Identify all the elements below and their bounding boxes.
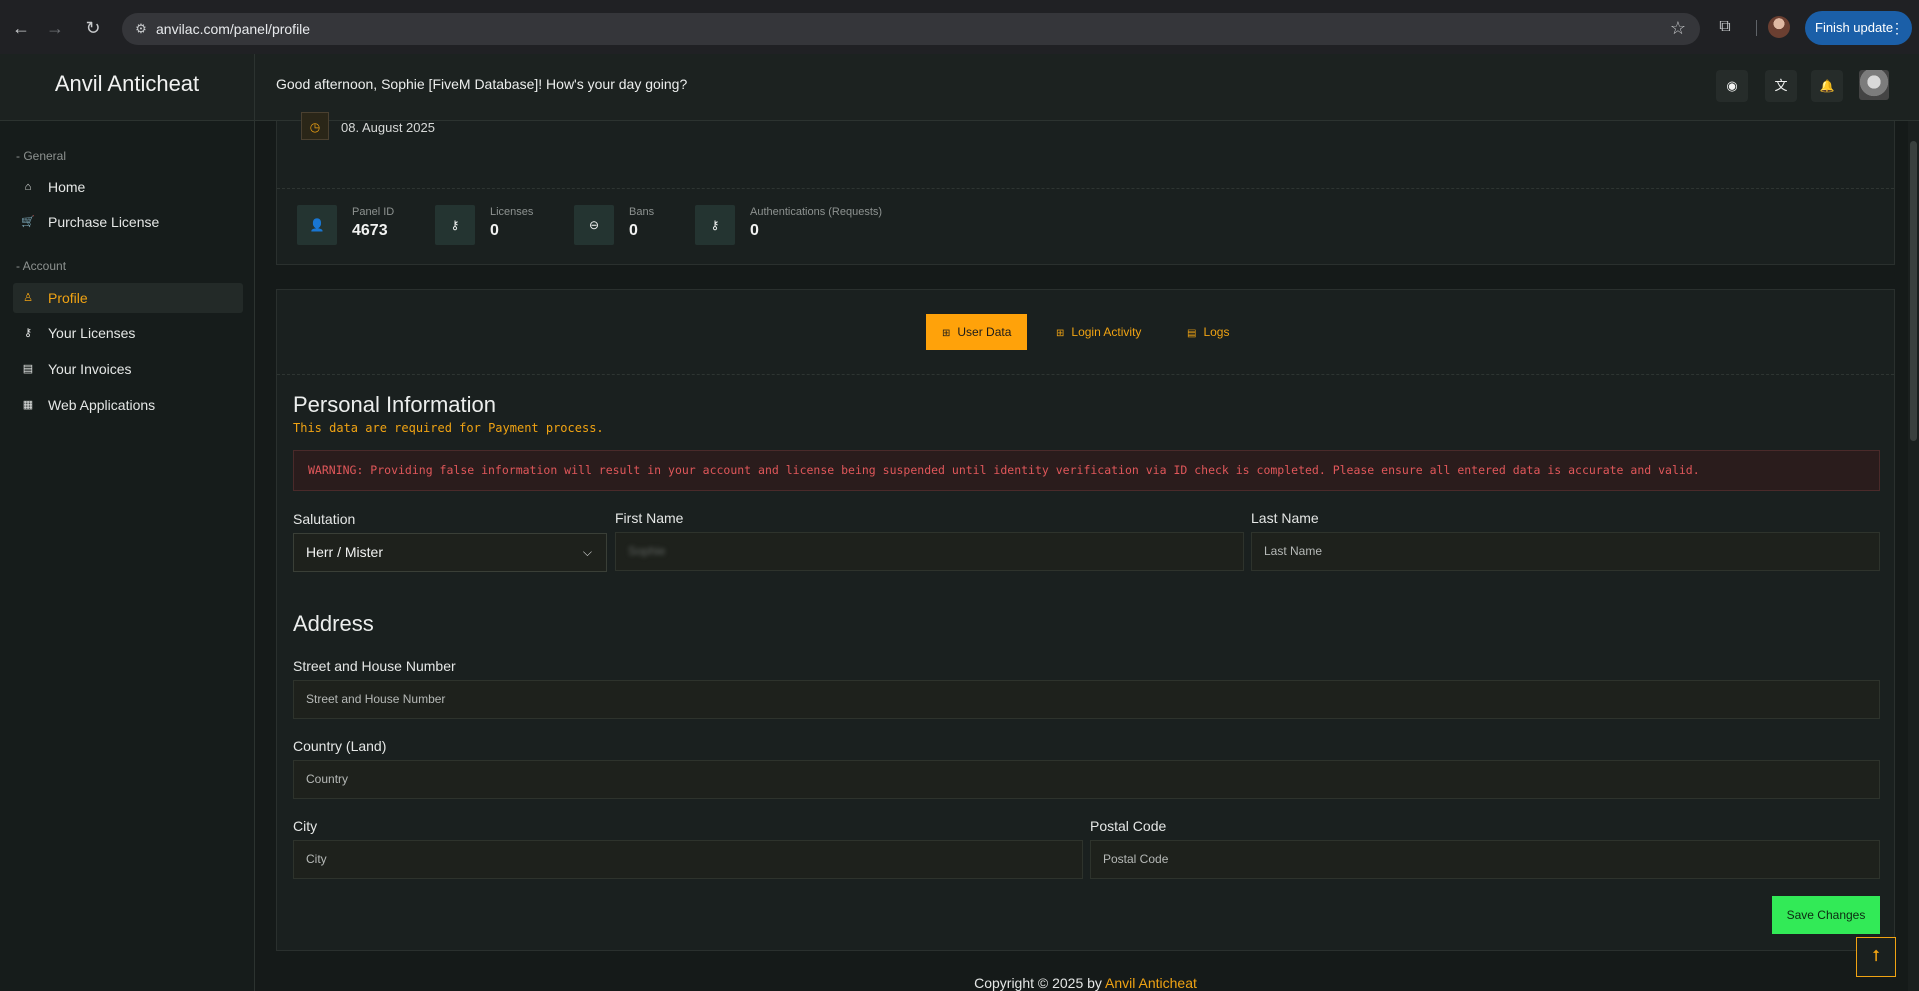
invoice-icon: ▤	[22, 363, 34, 375]
stats-divider	[277, 188, 1894, 189]
sidebar-section-account: - Account	[16, 259, 67, 273]
greeting-text: Good afternoon, Sophie [FiveM Database]!…	[276, 76, 688, 92]
stat-value: 4673	[352, 222, 388, 239]
clock-icon: ◷	[301, 112, 329, 140]
sidebar-item-label: Home	[48, 179, 86, 195]
stat-value: 0	[490, 222, 499, 239]
chevron-down-icon: ⌵	[582, 545, 592, 559]
tab-label: User Data	[957, 325, 1012, 339]
scroll-to-top-button[interactable]: ⭡	[1856, 937, 1896, 977]
cart-icon: 🛒	[21, 216, 35, 228]
footer: Copyright © 2025 by Anvil Anticheat	[276, 975, 1895, 991]
discord-icon[interactable]: ◉	[1716, 70, 1748, 102]
tab-icon: ▤	[1187, 328, 1197, 339]
browser-toolbar: ← → ↻ ⚙ anvilac.com/panel/profile ☆ ⧉ Fi…	[0, 0, 1919, 54]
stat-value: 0	[629, 222, 638, 239]
page-scrollbar[interactable]	[1908, 121, 1919, 991]
toolbar-divider	[1756, 20, 1757, 36]
sidebar-item-purchase-license[interactable]: 🛒 Purchase License	[13, 207, 243, 237]
profile-stats-card: ◷ 08. August 2025 👤 Panel ID 4673 ⚷ Lice…	[276, 112, 1895, 265]
user-avatar[interactable]	[1859, 70, 1889, 100]
stat-label: Bans	[629, 206, 655, 218]
sidebar: - General ⌂ Home 🛒 Purchase License - Ac…	[0, 121, 255, 991]
scrollbar-thumb[interactable]	[1910, 141, 1917, 441]
bell-icon[interactable]: 🔔	[1811, 70, 1843, 102]
sidebar-item-label: Profile	[48, 290, 88, 306]
sidebar-item-label: Purchase License	[48, 214, 160, 230]
user-icon: 👤	[297, 205, 337, 245]
personal-info-heading: Personal Information	[293, 392, 496, 417]
back-icon[interactable]: ←	[6, 13, 36, 43]
browser-profile-avatar[interactable]	[1768, 16, 1790, 38]
save-changes-button[interactable]: Save Changes	[1772, 896, 1880, 934]
sidebar-item-web-applications[interactable]: ▦ Web Applications	[13, 390, 243, 420]
country-label: Country (Land)	[293, 738, 387, 754]
stat-label: Licenses	[490, 206, 534, 218]
warning-alert: WARNING: Providing false information wil…	[293, 450, 1880, 491]
browser-menu-icon[interactable]: ⋮	[1890, 11, 1904, 45]
arrow-up-icon: ⭡	[1872, 948, 1880, 965]
street-label: Street and House Number	[293, 658, 456, 674]
city-field[interactable]: City	[293, 840, 1083, 879]
extensions-icon[interactable]: ⧉	[1714, 16, 1736, 38]
tab-user-data[interactable]: ⊞ User Data	[926, 314, 1028, 350]
tab-icon: ⊞	[1056, 328, 1065, 339]
stat-value: 0	[750, 222, 759, 239]
site-settings-icon[interactable]: ⚙	[132, 20, 150, 38]
salutation-select[interactable]: Herr / Mister ⌵	[293, 533, 607, 572]
first-name-field[interactable]: Sophie	[615, 532, 1244, 571]
url-text[interactable]: anvilac.com/panel/profile	[156, 21, 310, 37]
postal-code-label: Postal Code	[1090, 818, 1167, 834]
sidebar-item-licenses[interactable]: ⚷ Your Licenses	[13, 318, 243, 348]
address-bar[interactable]: ⚙ anvilac.com/panel/profile ☆	[122, 13, 1700, 45]
sidebar-item-profile[interactable]: ♙ Profile	[13, 283, 243, 313]
tab-label: Logs	[1203, 325, 1230, 339]
stat-label: Panel ID	[352, 206, 395, 218]
address-heading: Address	[293, 611, 374, 636]
first-name-label: First Name	[615, 510, 684, 526]
home-icon: ⌂	[24, 181, 32, 193]
tab-login-activity[interactable]: ⊞ Login Activity	[1040, 314, 1157, 350]
first-name-value: Sophie	[628, 544, 666, 558]
reload-icon[interactable]: ↻	[78, 13, 108, 43]
app-header: Anvil Anticheat Good afternoon, Sophie […	[0, 54, 1919, 121]
translate-icon[interactable]: 文	[1765, 70, 1797, 102]
key-icon: ⚷	[435, 205, 475, 245]
sidebar-item-invoices[interactable]: ▤ Your Invoices	[13, 354, 243, 384]
salutation-value: Herr / Mister	[306, 544, 383, 560]
city-label: City	[293, 818, 318, 834]
copyright-text: Copyright © 2025 by	[974, 975, 1106, 991]
finish-update-label: Finish update	[1815, 20, 1894, 35]
sidebar-item-label: Web Applications	[48, 397, 156, 413]
tab-label: Login Activity	[1071, 325, 1142, 339]
sidebar-item-label: Your Invoices	[48, 361, 132, 377]
brand-title[interactable]: Anvil Anticheat	[0, 54, 255, 121]
forward-icon[interactable]: →	[40, 13, 70, 43]
sidebar-item-label: Your Licenses	[48, 325, 136, 341]
country-field[interactable]: Country	[293, 760, 1880, 799]
profile-form-card: ⊞ User Data ⊞ Login Activity ▤ Logs Persona…	[276, 289, 1895, 951]
postal-code-field[interactable]: Postal Code	[1090, 840, 1880, 879]
apps-icon: ▦	[22, 399, 34, 411]
member-since-date: 08. August 2025	[341, 120, 435, 135]
salutation-label: Salutation	[293, 511, 356, 527]
last-name-label: Last Name	[1251, 510, 1319, 526]
street-field[interactable]: Street and House Number	[293, 680, 1880, 719]
profile-tabs: ⊞ User Data ⊞ Login Activity ▤ Logs	[277, 290, 1894, 375]
stat-label: Authentications (Requests)	[750, 206, 883, 218]
finish-update-button[interactable]: Finish update ⋮	[1805, 11, 1912, 45]
ban-icon: ⊖	[574, 205, 614, 245]
sidebar-section-general: - General	[16, 149, 67, 163]
sidebar-item-home[interactable]: ⌂ Home	[13, 172, 243, 202]
tab-icon: ⊞	[942, 328, 951, 339]
bookmark-star-icon[interactable]: ☆	[1670, 18, 1686, 39]
key-icon: ⚷	[695, 205, 735, 245]
last-name-field[interactable]: Last Name	[1251, 532, 1880, 571]
tab-logs[interactable]: ▤ Logs	[1171, 314, 1245, 350]
key-icon: ⚷	[23, 327, 33, 339]
personal-info-subtitle: This data are required for Payment proce…	[293, 421, 604, 435]
footer-brand-link[interactable]: Anvil Anticheat	[1105, 975, 1197, 991]
user-icon: ♙	[23, 292, 33, 304]
